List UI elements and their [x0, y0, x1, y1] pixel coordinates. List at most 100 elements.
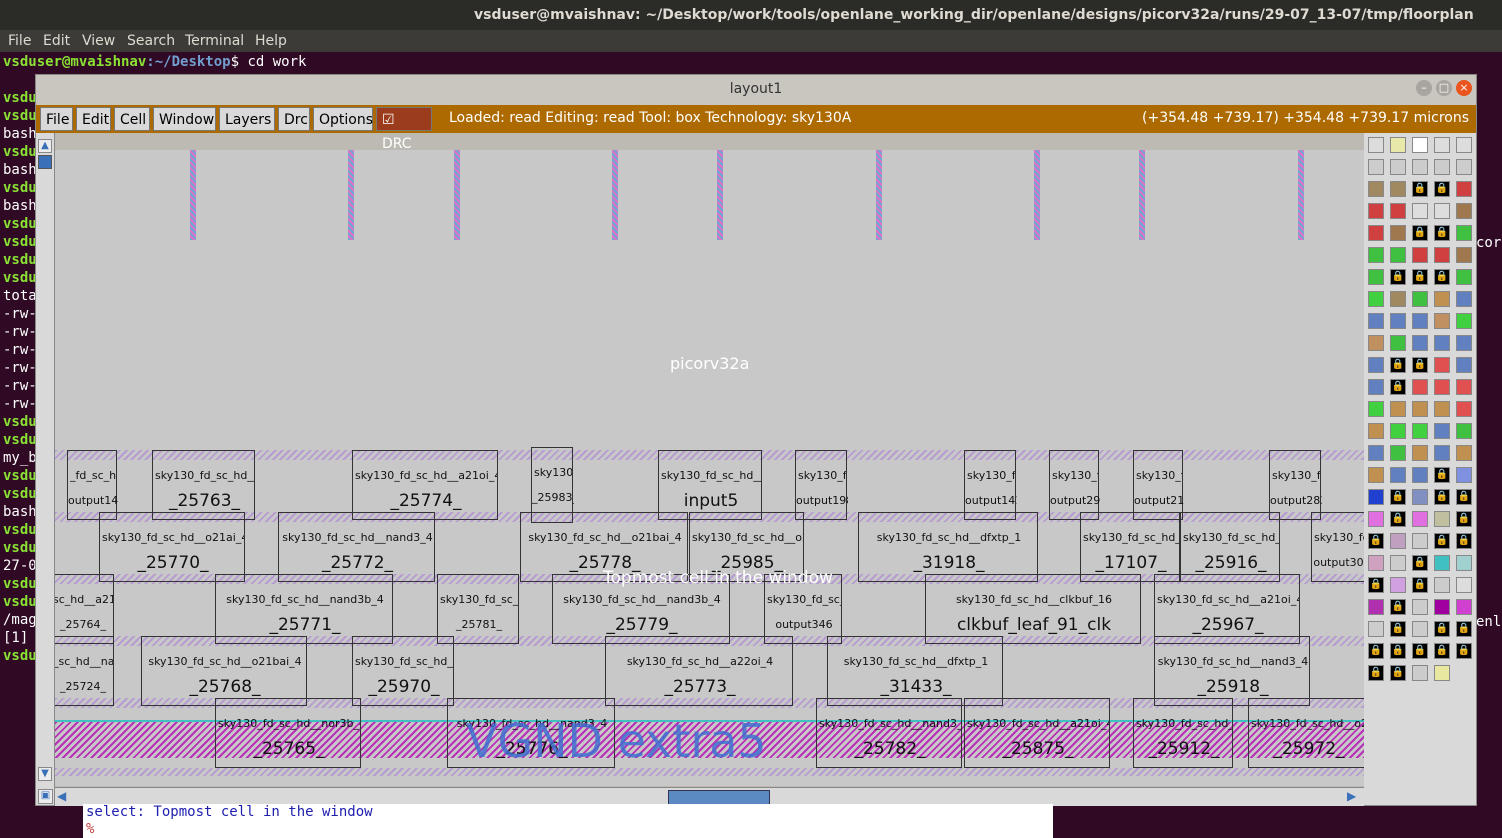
layer-swatch[interactable]: 🔒 [1368, 577, 1384, 593]
layer-swatch[interactable] [1434, 203, 1450, 219]
scroll-thumb[interactable] [38, 155, 52, 169]
layer-swatch[interactable]: 🔒 [1412, 269, 1428, 285]
layer-swatch[interactable] [1434, 247, 1450, 263]
vertical-scrollbar[interactable]: ▲ ▼ [36, 133, 55, 805]
layer-palette[interactable]: 🔒 🔒 🔒 🔒 🔒 🔒 🔒 🔒 🔒 🔒 🔒 🔒 🔒 🔒 🔒 🔒 🔒 🔒 🔒 🔒 🔒 🔒 🔒 🔒 🔒 🔒 🔒 🔒 🔒 🔒 🔒 🔒 🔒 [1364, 133, 1476, 805]
layer-swatch[interactable] [1434, 599, 1450, 615]
magic-menu-drc[interactable]: Drc [278, 107, 310, 131]
layer-swatch[interactable]: 🔒 [1390, 643, 1406, 659]
layer-swatch[interactable]: 🔒 [1434, 467, 1450, 483]
layer-swatch[interactable]: 🔒 [1412, 555, 1428, 571]
magic-console[interactable]: select: Topmost cell in the window % [83, 804, 1053, 838]
std-cell[interactable]: sky130_fd_sc_hd__nand3_4 _25772_ [278, 512, 435, 582]
std-cell[interactable]: sky130_fd_sc_hd__a21boi_2 _25763_ [152, 450, 255, 520]
layer-swatch[interactable] [1434, 665, 1450, 681]
layer-swatch[interactable] [1434, 379, 1450, 395]
layer-swatch[interactable] [1456, 577, 1472, 593]
layer-swatch[interactable]: 🔒 [1368, 665, 1384, 681]
layer-swatch[interactable]: 🔒 [1456, 511, 1472, 527]
scroll-up-icon[interactable]: ▲ [38, 139, 52, 153]
layer-swatch[interactable]: 🔒 [1456, 621, 1472, 637]
layer-swatch[interactable] [1368, 489, 1384, 505]
std-cell[interactable]: sky130_fd_sc_hd__clkbuf_1 _17107_ [1080, 512, 1180, 582]
layer-swatch[interactable]: 🔒 [1412, 643, 1428, 659]
layer-swatch[interactable] [1390, 467, 1406, 483]
std-cell[interactable]: sky130_fd_sc_hd__a21oi_4 _25875_ [964, 698, 1110, 768]
layer-swatch[interactable] [1434, 401, 1450, 417]
layer-swatch[interactable] [1456, 313, 1472, 329]
layer-swatch[interactable]: 🔒 [1434, 621, 1450, 637]
layer-swatch[interactable] [1368, 247, 1384, 263]
layer-swatch[interactable] [1456, 555, 1472, 571]
std-cell[interactable]: sky130_fd_sc_hd__o21bai_4 _25768_ [141, 636, 307, 706]
layer-swatch[interactable] [1412, 291, 1428, 307]
layer-swatch[interactable]: 🔒 [1412, 225, 1428, 241]
std-cell[interactable]: sky130_fd_sc_hd__clkbuf_1 output299 [1049, 450, 1100, 520]
layer-swatch[interactable] [1390, 247, 1406, 263]
std-cell[interactable]: _fd_sc_hd__clkbuf_1 output148 [67, 450, 118, 520]
layer-swatch[interactable] [1434, 313, 1450, 329]
layer-swatch[interactable] [1434, 137, 1450, 153]
layer-swatch[interactable]: 🔒 [1368, 643, 1384, 659]
magic-menu-file[interactable]: File [40, 107, 73, 131]
layer-swatch[interactable] [1390, 137, 1406, 153]
layer-swatch[interactable] [1412, 401, 1428, 417]
std-cell[interactable]: sky130_fd_sc_hd__o21ai_4 _25916_ [1180, 512, 1280, 582]
layer-swatch[interactable] [1412, 511, 1428, 527]
std-cell[interactable]: sky130_fd_sc_hd__nand3_4 _25918_ [1154, 636, 1310, 706]
layer-swatch[interactable] [1412, 445, 1428, 461]
layer-swatch[interactable] [1368, 599, 1384, 615]
layer-swatch[interactable]: 🔒 [1412, 181, 1428, 197]
layer-swatch[interactable] [1456, 357, 1472, 373]
layer-swatch[interactable] [1456, 225, 1472, 241]
std-cell[interactable]: sky130_fd_sc_hd__o21a_2 _25972_ [1248, 698, 1364, 768]
layer-swatch[interactable] [1368, 269, 1384, 285]
magic-menu-options[interactable]: Options [313, 107, 373, 131]
layer-swatch[interactable]: 🔒 [1434, 489, 1450, 505]
layer-swatch[interactable] [1434, 335, 1450, 351]
layer-swatch[interactable] [1456, 181, 1472, 197]
layer-swatch[interactable] [1456, 137, 1472, 153]
std-cell[interactable]: _sc_hd__nand3b_4 _25724_ [55, 636, 114, 706]
layer-swatch[interactable] [1412, 137, 1428, 153]
layer-swatch[interactable] [1390, 401, 1406, 417]
layer-swatch[interactable] [1456, 269, 1472, 285]
std-cell[interactable]: sky130_fd_sc_hd__o21ai_4 _25770_ [99, 512, 245, 582]
layer-swatch[interactable]: 🔒 [1456, 533, 1472, 549]
layer-swatch[interactable] [1390, 225, 1406, 241]
layer-swatch[interactable] [1456, 379, 1472, 395]
layer-swatch[interactable] [1368, 203, 1384, 219]
layer-swatch[interactable]: 🔒 [1412, 357, 1428, 373]
layer-swatch[interactable] [1412, 467, 1428, 483]
std-cell[interactable]: sky130_fd_sc_hd__a21oi_4 _25967_ [1154, 574, 1300, 644]
magic-menu-edit[interactable]: Edit [76, 107, 111, 131]
layer-swatch[interactable] [1412, 621, 1428, 637]
layer-swatch[interactable]: 🔒 [1390, 511, 1406, 527]
scroll-thumb-horizontal[interactable] [668, 790, 770, 805]
std-cell[interactable]: sky130_fd_sc_hd__dfxtp_1 _31918_ [858, 512, 1038, 582]
layer-swatch[interactable] [1390, 445, 1406, 461]
layer-swatch[interactable] [1456, 401, 1472, 417]
layout-canvas[interactable]: picorv32a _fd_sc_hd__clkbuf_1 output148 sk… [55, 150, 1364, 786]
layer-swatch[interactable] [1368, 357, 1384, 373]
std-cell[interactable]: sky130_fd_sc_hd__o21ai_2 _25970_ [352, 636, 454, 706]
layer-swatch[interactable] [1390, 313, 1406, 329]
std-cell[interactable]: sky130_fd_sc_hd__dfxtp_1 _31433_ [827, 636, 1003, 706]
magic-menu-cell[interactable]: Cell [114, 107, 150, 131]
std-cell[interactable]: sky130_fd_sc_hd__nor3b_4 _25765_ [215, 698, 361, 768]
std-cell[interactable]: sky130_fd_sc_hd__a21boi _25912_ [1133, 698, 1233, 768]
layer-swatch[interactable] [1456, 423, 1472, 439]
layer-swatch[interactable] [1368, 335, 1384, 351]
layer-swatch[interactable] [1412, 159, 1428, 175]
menu-help[interactable]: Help [255, 33, 287, 49]
layer-swatch[interactable] [1456, 467, 1472, 483]
layer-swatch[interactable] [1456, 247, 1472, 263]
layer-swatch[interactable] [1368, 313, 1384, 329]
magic-menu-layers[interactable]: Layers [219, 107, 275, 131]
layer-swatch[interactable] [1368, 225, 1384, 241]
layer-swatch[interactable] [1412, 203, 1428, 219]
layer-swatch[interactable] [1434, 291, 1450, 307]
layer-swatch[interactable]: 🔒 [1368, 533, 1384, 549]
minimize-icon[interactable]: – [1416, 80, 1432, 96]
layer-swatch[interactable] [1390, 423, 1406, 439]
